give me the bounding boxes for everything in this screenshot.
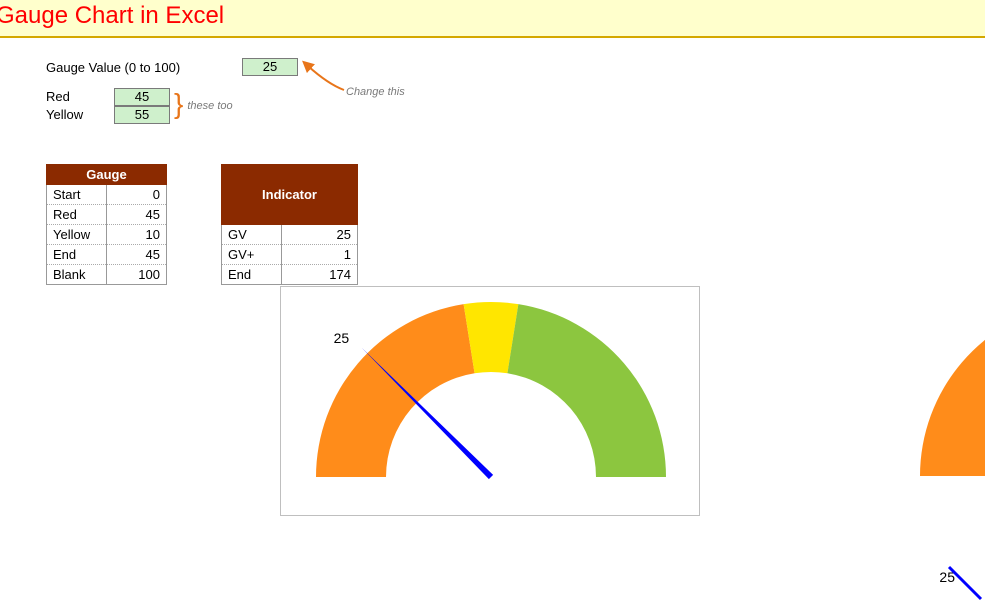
arrow-icon	[300, 60, 350, 96]
change-this-hint: Change this	[346, 86, 405, 98]
table-row: End45	[47, 245, 167, 265]
page-header: Gauge Chart in Excel	[0, 0, 985, 38]
table-row: Start0	[47, 185, 167, 205]
table-row: Blank100	[47, 265, 167, 285]
yellow-input[interactable]: 55	[114, 106, 170, 124]
table-row: GV25	[222, 225, 358, 245]
red-input[interactable]: 45	[114, 88, 170, 106]
gauge-chart-partial	[865, 286, 985, 516]
table-row: End174	[222, 265, 358, 285]
table-row: Yellow10	[47, 225, 167, 245]
brace-icon: }	[174, 86, 183, 122]
yellow-label: Yellow	[46, 106, 114, 124]
table-row: GV+1	[222, 245, 358, 265]
gauge-table-header: Gauge	[47, 165, 167, 185]
red-yellow-block: Red Yellow 45 55 } these too	[46, 88, 985, 124]
data-tables: Gauge Start0 Red45 Yellow10 End45 Blank1…	[46, 164, 985, 285]
red-label: Red	[46, 88, 114, 106]
gauge-chart: 25	[280, 286, 700, 516]
gauge-table: Gauge Start0 Red45 Yellow10 End45 Blank1…	[46, 164, 167, 285]
gauge-chart-partial-svg	[885, 286, 985, 516]
gauge-value-row: Gauge Value (0 to 100) 25 Change this	[46, 58, 985, 76]
table-row: Red45	[47, 205, 167, 225]
indicator-table-header: Indicator	[222, 165, 358, 225]
content-area: Gauge Value (0 to 100) 25 Change this Re…	[0, 38, 985, 285]
indicator-table: Indicator GV25 GV+1 End174	[221, 164, 358, 285]
these-too-hint: these too	[187, 100, 232, 112]
gauge-value-label: Gauge Value (0 to 100)	[46, 60, 226, 75]
gauge-chart-svg	[281, 287, 701, 517]
gauge-value-input[interactable]: 25	[242, 58, 298, 76]
needle-value-label: 25	[334, 330, 350, 346]
page-title: Gauge Chart in Excel	[0, 2, 985, 30]
